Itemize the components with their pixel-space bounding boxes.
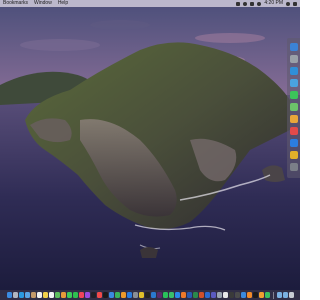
voice-memos-icon[interactable] [252, 292, 258, 298]
facetime-icon[interactable] [72, 292, 78, 298]
firefox-icon[interactable] [180, 292, 186, 298]
catalina-island-landscape [0, 0, 300, 300]
reminders-icon[interactable] [48, 292, 54, 298]
maps-icon[interactable] [54, 292, 60, 298]
numbers-icon[interactable] [114, 292, 120, 298]
contacts-icon[interactable] [30, 292, 36, 298]
chrome-icon[interactable] [289, 151, 298, 159]
vscode-icon[interactable] [150, 292, 156, 298]
textedit-icon[interactable] [222, 292, 228, 298]
podcasts-icon[interactable] [84, 292, 90, 298]
trash-icon[interactable] [288, 292, 294, 298]
side-dock [287, 38, 300, 178]
messages-icon[interactable] [66, 292, 72, 298]
books-icon[interactable] [246, 292, 252, 298]
stocks-icon[interactable] [102, 292, 108, 298]
home-icon[interactable] [258, 292, 264, 298]
safari-icon[interactable] [289, 67, 298, 75]
calendar-icon[interactable] [36, 292, 42, 298]
maps-icon[interactable] [289, 103, 298, 111]
tv-icon[interactable] [90, 292, 96, 298]
app-store-icon[interactable] [289, 139, 298, 147]
photos-icon[interactable] [289, 115, 298, 123]
battery-icon[interactable] [250, 1, 255, 6]
safari-icon[interactable] [18, 292, 24, 298]
search-icon[interactable] [286, 1, 290, 6]
menu-help[interactable]: Help [55, 0, 71, 7]
terminal-icon[interactable] [144, 292, 150, 298]
slack-icon[interactable] [156, 292, 162, 298]
dropbox-icon[interactable] [236, 1, 241, 6]
calendar-icon[interactable] [289, 127, 298, 135]
zoom-icon[interactable] [174, 292, 180, 298]
news-icon[interactable] [96, 292, 102, 298]
app-store-icon[interactable] [126, 292, 132, 298]
keynote-icon[interactable] [108, 292, 114, 298]
xcode-icon[interactable] [240, 292, 246, 298]
find-my-icon[interactable] [264, 292, 270, 298]
finder-icon[interactable] [6, 292, 12, 298]
activity-monitor-icon[interactable] [234, 292, 240, 298]
menu-bookmarks[interactable]: Bookmarks [0, 0, 31, 7]
bluetooth-icon[interactable] [243, 1, 248, 6]
preview-icon[interactable] [216, 292, 222, 298]
pages-icon[interactable] [120, 292, 126, 298]
launchpad-icon[interactable] [12, 292, 18, 298]
wifi-icon[interactable] [257, 1, 262, 6]
mail-icon[interactable] [289, 79, 298, 87]
desktop-wallpaper [0, 0, 300, 300]
outlook-icon[interactable] [204, 292, 210, 298]
documents-icon[interactable] [282, 292, 288, 298]
excel-icon[interactable] [192, 292, 198, 298]
settings-icon[interactable] [289, 163, 298, 171]
photos-icon[interactable] [60, 292, 66, 298]
spotify-icon[interactable] [162, 292, 168, 298]
system-preferences-icon[interactable] [132, 292, 138, 298]
calculator-icon[interactable] [228, 292, 234, 298]
downloads-icon[interactable] [276, 292, 282, 298]
whatsapp-icon[interactable] [168, 292, 174, 298]
mail-icon[interactable] [24, 292, 30, 298]
menu-bar: Bookmarks Window Help 4:20 PM [0, 0, 300, 7]
menu-window[interactable]: Window [31, 0, 55, 7]
finder-icon[interactable] [289, 43, 298, 51]
messages-icon[interactable] [289, 91, 298, 99]
teams-icon[interactable] [210, 292, 216, 298]
launchpad-icon[interactable] [289, 55, 298, 63]
dock-separator [272, 291, 274, 299]
chrome-icon[interactable] [138, 292, 144, 298]
dock [0, 290, 300, 300]
menubar-clock[interactable]: 4:20 PM [264, 0, 283, 7]
word-icon[interactable] [186, 292, 192, 298]
notes-icon[interactable] [42, 292, 48, 298]
powerpoint-icon[interactable] [198, 292, 204, 298]
music-icon[interactable] [78, 292, 84, 298]
control-center-icon[interactable] [293, 1, 297, 6]
